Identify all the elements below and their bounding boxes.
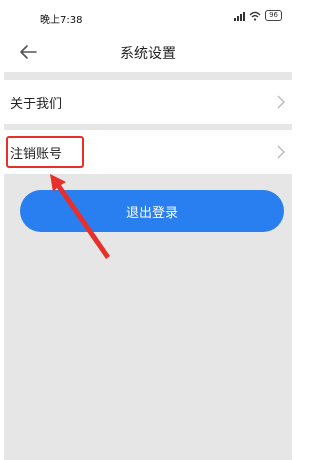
annotation-arrow-icon — [50, 174, 110, 259]
battery-icon: 96 — [265, 10, 282, 21]
status-icons: 96 — [234, 10, 282, 21]
wifi-icon — [249, 11, 261, 21]
settings-content: 关于我们 注销账号 退出登录 — [4, 72, 292, 460]
highlight-annotation-box — [6, 136, 84, 168]
page-title: 系统设置 — [120, 46, 176, 62]
menu-item-label: 关于我们 — [10, 96, 63, 112]
chevron-right-icon — [277, 145, 285, 159]
status-time: 晚上7:38 — [40, 15, 83, 26]
chevron-right-icon — [277, 95, 285, 109]
status-bar: 晚上7:38 96 — [0, 0, 296, 32]
menu-item-about-us[interactable]: 关于我们 — [4, 80, 292, 124]
signal-icon — [234, 11, 246, 21]
nav-bar: 系统设置 — [0, 32, 296, 72]
